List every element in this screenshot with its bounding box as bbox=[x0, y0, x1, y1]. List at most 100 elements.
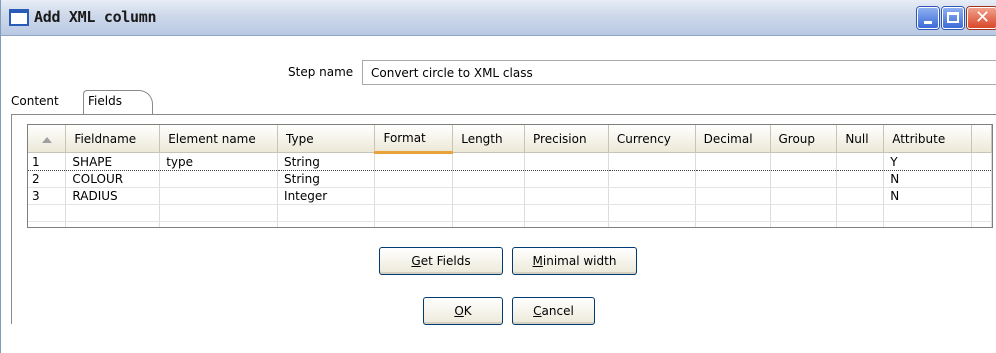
table-cell[interactable]: N bbox=[883, 170, 972, 188]
table-cell[interactable] bbox=[159, 221, 279, 227]
table-cell[interactable] bbox=[65, 204, 161, 222]
table-cell[interactable]: RADIUS bbox=[65, 187, 161, 205]
get-fields-button[interactable]: Get Fields bbox=[379, 247, 503, 275]
column-header-null[interactable]: Null bbox=[836, 125, 885, 153]
row-filler-cell bbox=[971, 204, 992, 222]
column-header-element-name[interactable]: Element name bbox=[159, 125, 279, 153]
table-cell[interactable] bbox=[695, 170, 771, 188]
ok-button[interactable]: OK bbox=[423, 297, 503, 325]
maximize-icon bbox=[947, 12, 959, 23]
table-cell[interactable] bbox=[608, 187, 696, 205]
table-cell[interactable] bbox=[374, 152, 454, 171]
table-cell[interactable] bbox=[452, 170, 526, 188]
sort-asc-icon bbox=[42, 136, 52, 143]
table-cell[interactable] bbox=[374, 187, 454, 205]
table-cell[interactable] bbox=[524, 204, 609, 222]
table-cell[interactable] bbox=[770, 152, 838, 171]
row-filler-cell bbox=[971, 221, 992, 227]
table-cell[interactable] bbox=[374, 170, 454, 188]
table-cell[interactable] bbox=[452, 152, 526, 171]
table-cell[interactable] bbox=[277, 221, 376, 227]
table-cell[interactable] bbox=[524, 170, 609, 188]
table-cell[interactable] bbox=[608, 204, 696, 222]
column-header-type[interactable]: Type bbox=[277, 125, 376, 153]
table-cell[interactable] bbox=[836, 204, 885, 222]
table-row[interactable]: 2 COLOUR String N bbox=[28, 170, 992, 188]
tab-fields[interactable]: Fields bbox=[83, 90, 153, 114]
table-cell[interactable] bbox=[695, 204, 771, 222]
column-header-precision[interactable]: Precision bbox=[524, 125, 609, 153]
table-cell[interactable] bbox=[452, 204, 526, 222]
row-filler-cell bbox=[971, 152, 992, 171]
table-cell[interactable] bbox=[374, 221, 454, 227]
table-cell[interactable] bbox=[159, 170, 279, 188]
step-name-input[interactable]: Convert circle to XML class bbox=[362, 60, 996, 85]
table-cell[interactable]: String bbox=[277, 152, 376, 171]
table-body: 1 SHAPE type String Y 2 COLOUR String N 3 RADIUS In… bbox=[28, 152, 992, 227]
table-cell[interactable] bbox=[836, 152, 885, 171]
table-header-row: Fieldname Element name Type Format Lengt… bbox=[28, 125, 992, 154]
cancel-button[interactable]: Cancel bbox=[512, 297, 595, 325]
table-row[interactable] bbox=[28, 221, 992, 227]
table-cell[interactable] bbox=[695, 187, 771, 205]
minimize-icon bbox=[924, 21, 932, 24]
table-cell[interactable] bbox=[524, 152, 609, 171]
table-cell[interactable] bbox=[770, 170, 838, 188]
table-cell[interactable] bbox=[770, 221, 838, 227]
row-number-cell: 2 bbox=[28, 170, 67, 188]
column-header-fieldname[interactable]: Fieldname bbox=[65, 125, 161, 153]
ok-label: K bbox=[463, 304, 472, 318]
dialog-window: Add XML column ✕ Step name Convert circl… bbox=[0, 0, 996, 353]
table-row[interactable] bbox=[28, 204, 992, 222]
table-row[interactable]: 1 SHAPE type String Y bbox=[28, 152, 992, 171]
column-header-group[interactable]: Group bbox=[770, 125, 838, 153]
table-cell[interactable] bbox=[883, 221, 972, 227]
table-cell[interactable] bbox=[695, 152, 771, 171]
row-number-cell bbox=[28, 204, 67, 222]
table-cell[interactable] bbox=[836, 187, 885, 205]
minimal-width-button[interactable]: Minimal width bbox=[512, 247, 637, 275]
column-header-decimal[interactable]: Decimal bbox=[695, 125, 771, 153]
table-cell[interactable] bbox=[374, 204, 454, 222]
column-header-currency[interactable]: Currency bbox=[608, 125, 696, 153]
title-bar[interactable]: Add XML column ✕ bbox=[1, 0, 996, 36]
table-cell[interactable]: String bbox=[277, 170, 376, 188]
maximize-button[interactable] bbox=[942, 7, 964, 29]
table-cell[interactable] bbox=[695, 221, 771, 227]
table-cell[interactable] bbox=[159, 187, 279, 205]
table-cell[interactable] bbox=[159, 204, 279, 222]
table-cell[interactable]: Integer bbox=[277, 187, 376, 205]
table-cell[interactable] bbox=[524, 221, 609, 227]
table-cell[interactable] bbox=[608, 152, 696, 171]
column-header-length[interactable]: Length bbox=[452, 125, 526, 153]
table-cell[interactable] bbox=[452, 187, 526, 205]
window-icon bbox=[9, 9, 29, 26]
table-cell[interactable]: type bbox=[159, 152, 279, 171]
table-cell[interactable]: Y bbox=[883, 152, 972, 171]
column-header-attribute[interactable]: Attribute bbox=[883, 125, 972, 153]
table-cell[interactable] bbox=[608, 170, 696, 188]
table-cell[interactable] bbox=[770, 187, 838, 205]
table-cell[interactable] bbox=[65, 221, 161, 227]
fields-grid: Fieldname Element name Type Format Lengt… bbox=[28, 125, 992, 227]
table-row[interactable]: 3 RADIUS Integer N bbox=[28, 187, 992, 205]
table-cell[interactable] bbox=[524, 187, 609, 205]
table-cell[interactable]: COLOUR bbox=[65, 170, 161, 188]
close-button[interactable]: ✕ bbox=[967, 7, 996, 29]
table-cell[interactable] bbox=[452, 221, 526, 227]
table-cell[interactable] bbox=[836, 170, 885, 188]
table-cell[interactable] bbox=[836, 221, 885, 227]
minimal-width-label: inimal width bbox=[542, 254, 617, 268]
row-number-cell bbox=[28, 221, 67, 227]
table-cell[interactable] bbox=[883, 204, 972, 222]
table-cell[interactable] bbox=[770, 204, 838, 222]
table-cell[interactable]: N bbox=[883, 187, 972, 205]
minimize-button[interactable] bbox=[917, 7, 939, 29]
table-cell[interactable] bbox=[608, 221, 696, 227]
fields-table[interactable]: Fieldname Element name Type Format Lengt… bbox=[27, 124, 993, 228]
column-header-index[interactable] bbox=[28, 125, 67, 153]
table-cell[interactable] bbox=[277, 204, 376, 222]
tab-content[interactable]: Content bbox=[11, 94, 59, 108]
table-cell[interactable]: SHAPE bbox=[65, 152, 161, 171]
column-header-format[interactable]: Format bbox=[374, 125, 454, 154]
